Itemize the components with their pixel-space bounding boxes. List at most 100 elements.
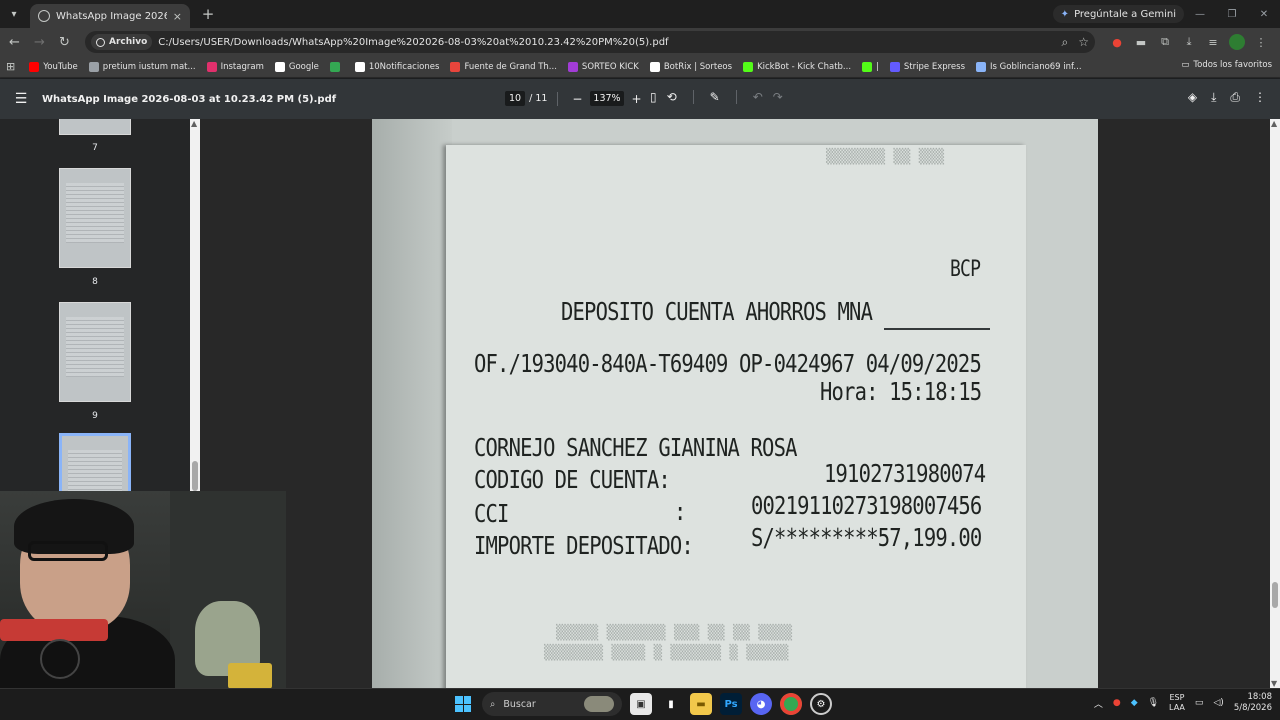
- divider: [735, 90, 737, 104]
- menu-icon[interactable]: ⋮: [1253, 34, 1269, 50]
- page-thumbnail[interactable]: [59, 302, 131, 402]
- bookmark-favicon-icon: [567, 61, 578, 72]
- close-window-icon[interactable]: ✕: [1248, 0, 1280, 28]
- profile-avatar[interactable]: [1229, 34, 1245, 50]
- address-bar[interactable]: Archivo C:/Users/USER/Downloads/WhatsApp…: [85, 31, 1095, 53]
- bookmark-favicon-icon: [329, 61, 340, 72]
- page-input[interactable]: 10: [505, 91, 526, 106]
- receipt-paper: ▒▒▒▒▒▒▒ ▒▒ ▒▒▒ BCP DEPOSITO CUENTA AHORR…: [446, 145, 1026, 688]
- windows-icon: [455, 696, 471, 712]
- zoom-input[interactable]: 137%: [590, 91, 624, 106]
- scroll-up-icon[interactable]: ▲: [191, 119, 197, 128]
- bookmark-item[interactable]: KickBot - Kick Chatb...: [743, 61, 851, 72]
- bookmark-item[interactable]: YouTube: [29, 61, 78, 72]
- ocr-icon[interactable]: ◈: [1188, 90, 1197, 105]
- bookmark-item[interactable]: Is Goblinciano69 inf...: [976, 61, 1082, 72]
- url-text[interactable]: C:/Users/USER/Downloads/WhatsApp%20Image…: [158, 37, 1061, 48]
- phone-link-icon[interactable]: ▮: [660, 693, 682, 715]
- print-icon[interactable]: ⎙: [1230, 90, 1240, 105]
- bookmark-item[interactable]: Fuente de Grand Th...: [450, 61, 557, 72]
- scroll-up-icon[interactable]: ▲: [1271, 119, 1277, 128]
- sidebar-toggle-icon[interactable]: ☰: [0, 91, 42, 107]
- pdf-download-icon[interactable]: ⤓: [1211, 90, 1216, 105]
- bookmark-label: |: [876, 61, 879, 72]
- discord-icon[interactable]: ◕: [750, 693, 772, 715]
- photoshop-icon[interactable]: Ps: [720, 693, 742, 715]
- volume-icon[interactable]: ◁): [1213, 698, 1223, 708]
- fit-page-icon[interactable]: ▯: [650, 90, 657, 104]
- reading-list-icon[interactable]: ≡: [1205, 34, 1221, 50]
- chrome-icon[interactable]: [780, 693, 802, 715]
- page-thumbnail[interactable]: [59, 119, 131, 135]
- tab-close-icon[interactable]: ×: [173, 10, 182, 23]
- taskbar-search[interactable]: ⌕ Buscar: [482, 692, 622, 716]
- viewer-scroll-thumb[interactable]: [1272, 582, 1278, 608]
- pdf-right-tools: ◈ ⤓ ⎙ ⋮: [1188, 90, 1266, 105]
- minimize-icon[interactable]: —: [1184, 0, 1216, 28]
- microphone-icon[interactable]: 🎙: [1148, 698, 1159, 708]
- forward-icon[interactable]: →: [27, 35, 52, 50]
- extension-icon[interactable]: ▬: [1133, 34, 1149, 50]
- clock-time: 18:08: [1247, 692, 1273, 702]
- extension-red-icon[interactable]: ●: [1109, 34, 1125, 50]
- bookmark-item[interactable]: Stripe Express: [889, 61, 965, 72]
- bookmarks-bar: ⊞ YouTube pretium iustum mat... Instagram G…: [0, 56, 1280, 78]
- rotate-icon[interactable]: ⟲: [667, 90, 677, 104]
- tray-app-icon[interactable]: ●: [1113, 698, 1121, 708]
- language-indicator[interactable]: ESP LAA: [1169, 693, 1185, 713]
- title-underline: [884, 328, 990, 330]
- divider: [557, 91, 559, 106]
- app-icon[interactable]: ⚙: [810, 693, 832, 715]
- tab-strip: ▾ WhatsApp Image 2026-08-03 a × + ✦ Preg…: [0, 0, 1280, 28]
- redo-icon[interactable]: ↷: [773, 90, 783, 104]
- back-icon[interactable]: ←: [2, 35, 27, 50]
- bookmark-label: BotRix | Sorteos: [663, 61, 733, 72]
- zoom-out-button[interactable]: −: [568, 92, 586, 106]
- apps-icon[interactable]: ⊞: [6, 60, 15, 73]
- amount-value: S/*********57,199.00: [751, 523, 982, 552]
- download-icon[interactable]: ⤓: [1181, 34, 1197, 50]
- tray-overflow-icon[interactable]: ︿: [1094, 697, 1103, 710]
- account-code-label: CODIGO DE CUENTA:: [474, 465, 671, 494]
- bookmark-item[interactable]: [329, 61, 344, 72]
- scroll-down-icon[interactable]: ▼: [1271, 679, 1277, 688]
- tray-app-icon[interactable]: ◆: [1131, 698, 1138, 708]
- sidebar-scroll-thumb[interactable]: [192, 461, 198, 491]
- all-bookmarks[interactable]: ▭ Todos los favoritos: [1181, 60, 1272, 70]
- account-code-value: 19102731980074: [824, 459, 986, 488]
- page-selector: 10 / 11 − 137% +: [505, 91, 646, 106]
- task-view-icon[interactable]: ▣: [630, 693, 652, 715]
- zoom-icon[interactable]: ⌕: [1062, 35, 1069, 50]
- puzzle-icon[interactable]: ⧉: [1157, 34, 1173, 50]
- clock[interactable]: 18:08 5/8/2026: [1234, 692, 1272, 714]
- reload-icon[interactable]: ↻: [52, 35, 77, 50]
- bookmark-label: Google: [288, 61, 319, 72]
- active-tab[interactable]: WhatsApp Image 2026-08-03 a ×: [30, 4, 190, 28]
- restore-icon[interactable]: ❐: [1216, 0, 1248, 28]
- start-button[interactable]: [452, 693, 474, 715]
- bookmark-item[interactable]: SORTEO KICK: [567, 61, 639, 72]
- annotate-icon[interactable]: ✎: [710, 90, 720, 104]
- bookmark-item[interactable]: 10Notificaciones: [354, 61, 439, 72]
- gemini-button[interactable]: ✦ Pregúntale a Gemini: [1052, 5, 1184, 23]
- network-icon[interactable]: ▭: [1195, 698, 1204, 708]
- tab-search-icon[interactable]: ▾: [0, 0, 28, 28]
- thumbnail-number: 8: [92, 277, 98, 287]
- page-thumbnail[interactable]: [59, 168, 131, 268]
- bookmark-item[interactable]: BotRix | Sorteos: [649, 61, 733, 72]
- pdf-title: WhatsApp Image 2026-08-03 at 10.23.42 PM…: [42, 93, 337, 105]
- bookmark-item[interactable]: |: [862, 61, 879, 72]
- bookmark-item[interactable]: Instagram: [206, 61, 264, 72]
- bookmark-star-icon[interactable]: ☆: [1078, 35, 1089, 50]
- undo-icon[interactable]: ↶: [753, 90, 763, 104]
- new-tab-button[interactable]: +: [196, 5, 220, 23]
- pdf-menu-icon[interactable]: ⋮: [1254, 90, 1266, 105]
- page-total: / 11: [529, 93, 548, 104]
- bookmark-item[interactable]: Google: [274, 61, 319, 72]
- bookmark-item[interactable]: pretium iustum mat...: [88, 61, 196, 72]
- zoom-in-button[interactable]: +: [628, 92, 646, 106]
- viewer-scrollbar[interactable]: ▲ ▼: [1270, 119, 1280, 688]
- bookmark-label: Instagram: [220, 61, 264, 72]
- site-info-chip[interactable]: Archivo: [91, 34, 153, 50]
- file-explorer-icon[interactable]: ▬: [690, 693, 712, 715]
